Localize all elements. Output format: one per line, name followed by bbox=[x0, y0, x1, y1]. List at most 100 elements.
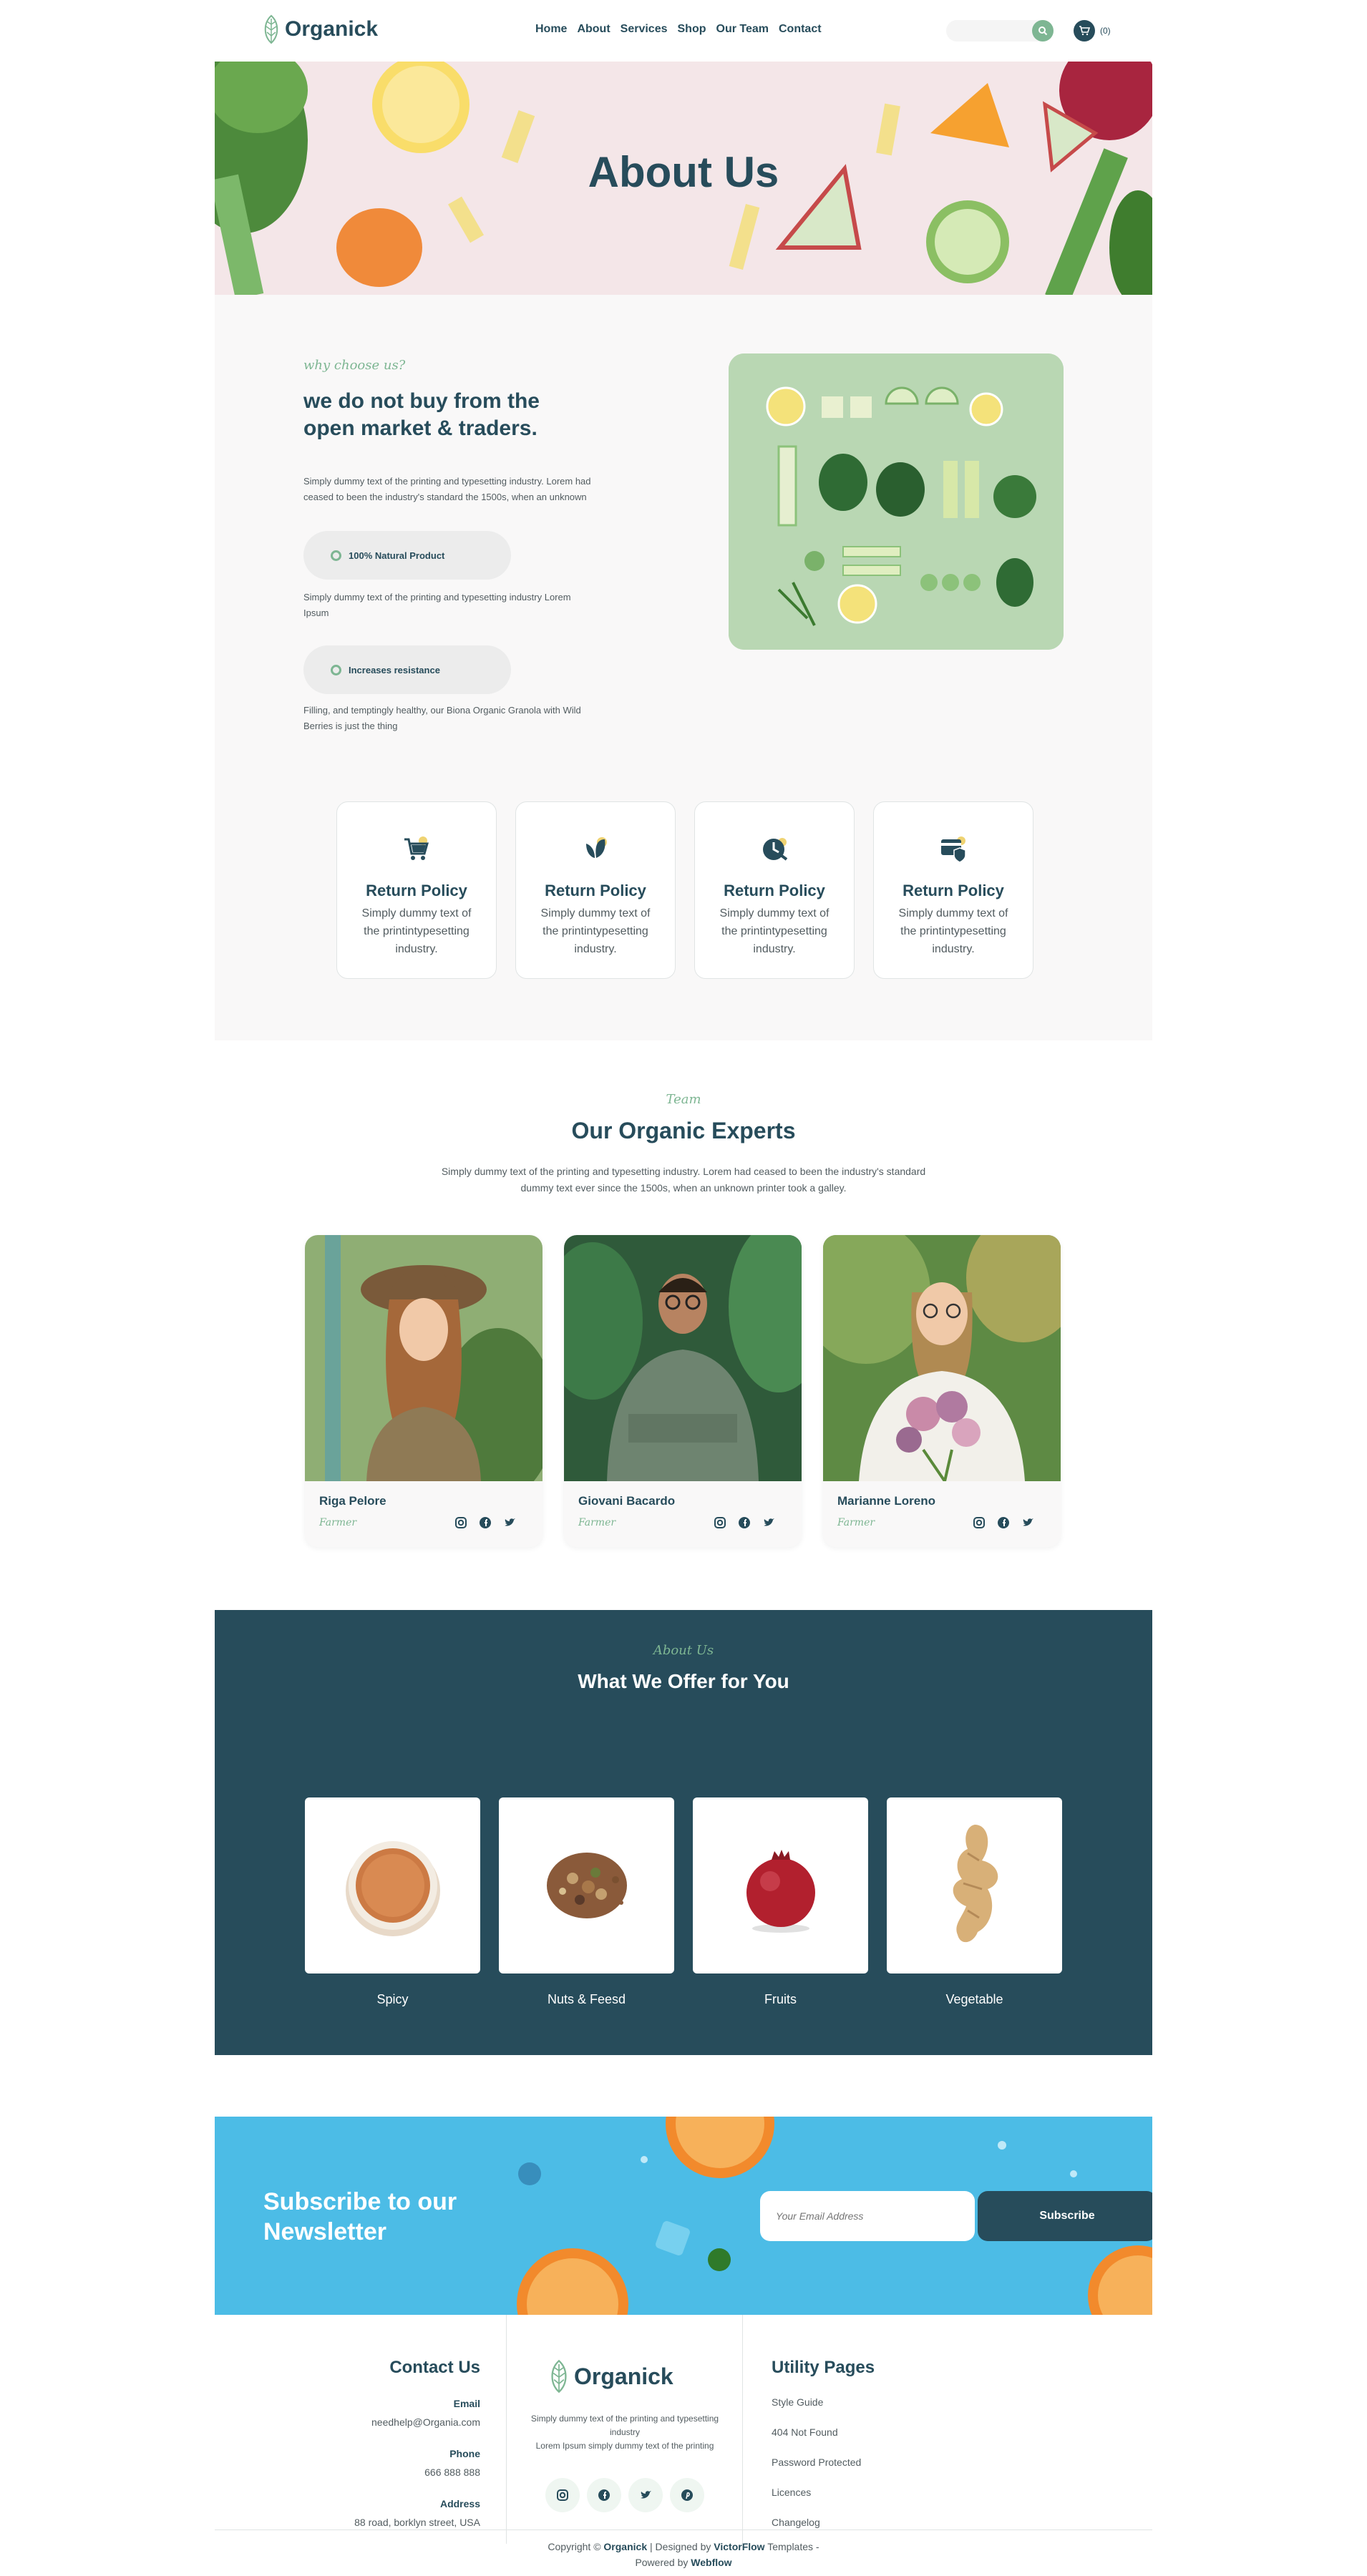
facebook-icon[interactable] bbox=[996, 1516, 1011, 1530]
facebook-icon[interactable] bbox=[587, 2478, 621, 2512]
twitter-icon[interactable] bbox=[1021, 1516, 1035, 1530]
feature-card: Return Policy Simply dummy text of the p… bbox=[515, 801, 676, 979]
search-input[interactable] bbox=[946, 20, 1054, 42]
vegetables-image bbox=[729, 353, 1064, 650]
member-name: Giovani Bacardo bbox=[578, 1494, 676, 1508]
twitter-icon[interactable] bbox=[502, 1516, 517, 1530]
feature-title: Return Policy bbox=[903, 882, 1004, 899]
designer-link[interactable]: VictorFlow bbox=[714, 2541, 764, 2552]
feature-title: Return Policy bbox=[366, 882, 467, 899]
copyright-brand[interactable]: Organick bbox=[603, 2541, 647, 2552]
member-name: Marianne Loreno bbox=[837, 1494, 935, 1508]
member-photo bbox=[823, 1235, 1061, 1481]
footer: Contact Us Email needhelp@Organia.com Ph… bbox=[215, 2315, 1152, 2576]
category-image bbox=[693, 1797, 868, 1974]
section-kicker: Team bbox=[666, 1092, 701, 1107]
menu-about[interactable]: About bbox=[577, 23, 610, 36]
member-role: Farmer bbox=[319, 1517, 357, 1528]
shield-card-icon bbox=[941, 836, 966, 863]
twitter-icon[interactable] bbox=[762, 1516, 776, 1530]
feature-card: Return Policy Simply dummy text of the p… bbox=[336, 801, 497, 979]
brand-column: Organick Simply dummy text of the printi… bbox=[507, 2315, 743, 2544]
utility-link-password[interactable]: Password Protected bbox=[772, 2457, 875, 2468]
footer-description-line: Lorem Ipsum simply dummy text of the pri… bbox=[535, 2441, 714, 2451]
category-label: Nuts & Feesd bbox=[547, 1992, 626, 2006]
ginger-image bbox=[953, 1825, 998, 1943]
footer-description: Simply dummy text of the printing and ty… bbox=[521, 2412, 729, 2453]
category-label: Spicy bbox=[376, 1992, 409, 2006]
menu-shop[interactable]: Shop bbox=[678, 23, 706, 36]
facebook-icon[interactable] bbox=[737, 1516, 751, 1530]
utility-link-changelog[interactable]: Changelog bbox=[772, 2517, 875, 2528]
section-description: Simply dummy text of the printing and ty… bbox=[441, 1166, 926, 1194]
leaf-logo-icon bbox=[551, 2359, 567, 2394]
category-card[interactable]: Spicy bbox=[305, 1797, 480, 2007]
address-text: 88 road, borklyn street, USA bbox=[354, 2517, 480, 2528]
phone-link[interactable]: 666 888 888 bbox=[215, 2467, 480, 2478]
instagram-icon[interactable] bbox=[454, 1516, 468, 1530]
copyright: Copyright © Organick | Designed by Victo… bbox=[215, 2529, 1152, 2570]
member-photo bbox=[305, 1235, 543, 1481]
search-button[interactable] bbox=[1032, 20, 1054, 42]
menu-contact[interactable]: Contact bbox=[779, 23, 822, 36]
email-field[interactable] bbox=[760, 2191, 975, 2241]
pinterest-icon[interactable] bbox=[670, 2478, 704, 2512]
menu-our-team[interactable]: Our Team bbox=[716, 23, 769, 36]
powered-line: Powered by Webflow bbox=[215, 2555, 1152, 2570]
email-link[interactable]: needhelp@Organia.com bbox=[215, 2416, 480, 2428]
feature-text: Simply dummy text of the printintypesett… bbox=[361, 907, 472, 955]
cart-button[interactable] bbox=[1074, 20, 1095, 42]
address-label: Address bbox=[439, 2498, 480, 2509]
utility-column: Utility Pages Style Guide 404 Not Found … bbox=[772, 2358, 875, 2528]
subscribe-button[interactable]: Subscribe bbox=[978, 2191, 1152, 2241]
member-card: Riga Pelore Farmer bbox=[305, 1235, 543, 1547]
utility-link-licences[interactable]: Licences bbox=[772, 2487, 875, 2498]
copyright-line: Copyright © Organick | Designed by Victo… bbox=[215, 2539, 1152, 2555]
utility-link-404[interactable]: 404 Not Found bbox=[772, 2426, 875, 2438]
section-title: What We Offer for You bbox=[578, 1670, 789, 1692]
category-card[interactable]: Fruits bbox=[693, 1797, 868, 2007]
category-label: Fruits bbox=[764, 1992, 797, 2006]
feature-text: Simply dummy text of the printintypesett… bbox=[719, 907, 830, 955]
member-photo bbox=[564, 1235, 802, 1481]
footer-socials bbox=[545, 2478, 704, 2512]
footer-logo[interactable]: Organick bbox=[548, 2359, 673, 2394]
point-text: Simply dummy text of the printing and ty… bbox=[303, 592, 571, 618]
member-card: Marianne Loreno Farmer bbox=[823, 1235, 1061, 1547]
offer-section: About Us What We Offer for You Spicy Nut… bbox=[215, 1610, 1152, 2055]
cart-icon bbox=[1079, 26, 1090, 36]
ring-icon bbox=[331, 550, 341, 561]
hero-banner: About Us bbox=[215, 62, 1152, 295]
instagram-icon[interactable] bbox=[972, 1516, 986, 1530]
logo[interactable]: Organick bbox=[262, 14, 378, 44]
powered-prefix: Powered by bbox=[635, 2557, 691, 2568]
instagram-icon[interactable] bbox=[713, 1516, 727, 1530]
point-badge: 100% Natural Product bbox=[303, 531, 511, 580]
member-name: Riga Pelore bbox=[319, 1494, 386, 1508]
facebook-icon[interactable] bbox=[478, 1516, 492, 1530]
twitter-icon[interactable] bbox=[628, 2478, 663, 2512]
feature-title: Return Policy bbox=[545, 882, 646, 899]
menu-services[interactable]: Services bbox=[621, 23, 668, 36]
category-image bbox=[499, 1797, 674, 1974]
cart-icon bbox=[404, 836, 429, 860]
why-choose-section: why choose us? we do not buy from the op… bbox=[215, 295, 1152, 1040]
feature-card: Return Policy Simply dummy text of the p… bbox=[694, 801, 855, 979]
category-card[interactable]: Vegetable bbox=[887, 1797, 1062, 2007]
copyright-suffix: Templates - bbox=[764, 2541, 819, 2552]
utility-link-style-guide[interactable]: Style Guide bbox=[772, 2396, 875, 2408]
section-title: we do not buy from the open market & tra… bbox=[303, 389, 540, 440]
category-image bbox=[305, 1797, 480, 1974]
member-role: Farmer bbox=[578, 1517, 616, 1528]
leaf-logo-icon bbox=[264, 14, 278, 44]
point-text: Filling, and temptingly healthy, our Bio… bbox=[303, 705, 581, 731]
powered-link[interactable]: Webflow bbox=[691, 2557, 731, 2568]
menu-home[interactable]: Home bbox=[535, 23, 567, 36]
offer-categories: Spicy Nuts & Feesd Fruits Vegetable bbox=[305, 1797, 1062, 2007]
contact-column: Contact Us Email needhelp@Organia.com Ph… bbox=[215, 2315, 507, 2544]
clock-icon bbox=[763, 838, 788, 861]
category-card[interactable]: Nuts & Feesd bbox=[499, 1797, 674, 2007]
instagram-icon[interactable] bbox=[545, 2478, 580, 2512]
feature-text: Simply dummy text of the printintypesett… bbox=[540, 907, 651, 955]
email-label: Email bbox=[453, 2398, 480, 2409]
